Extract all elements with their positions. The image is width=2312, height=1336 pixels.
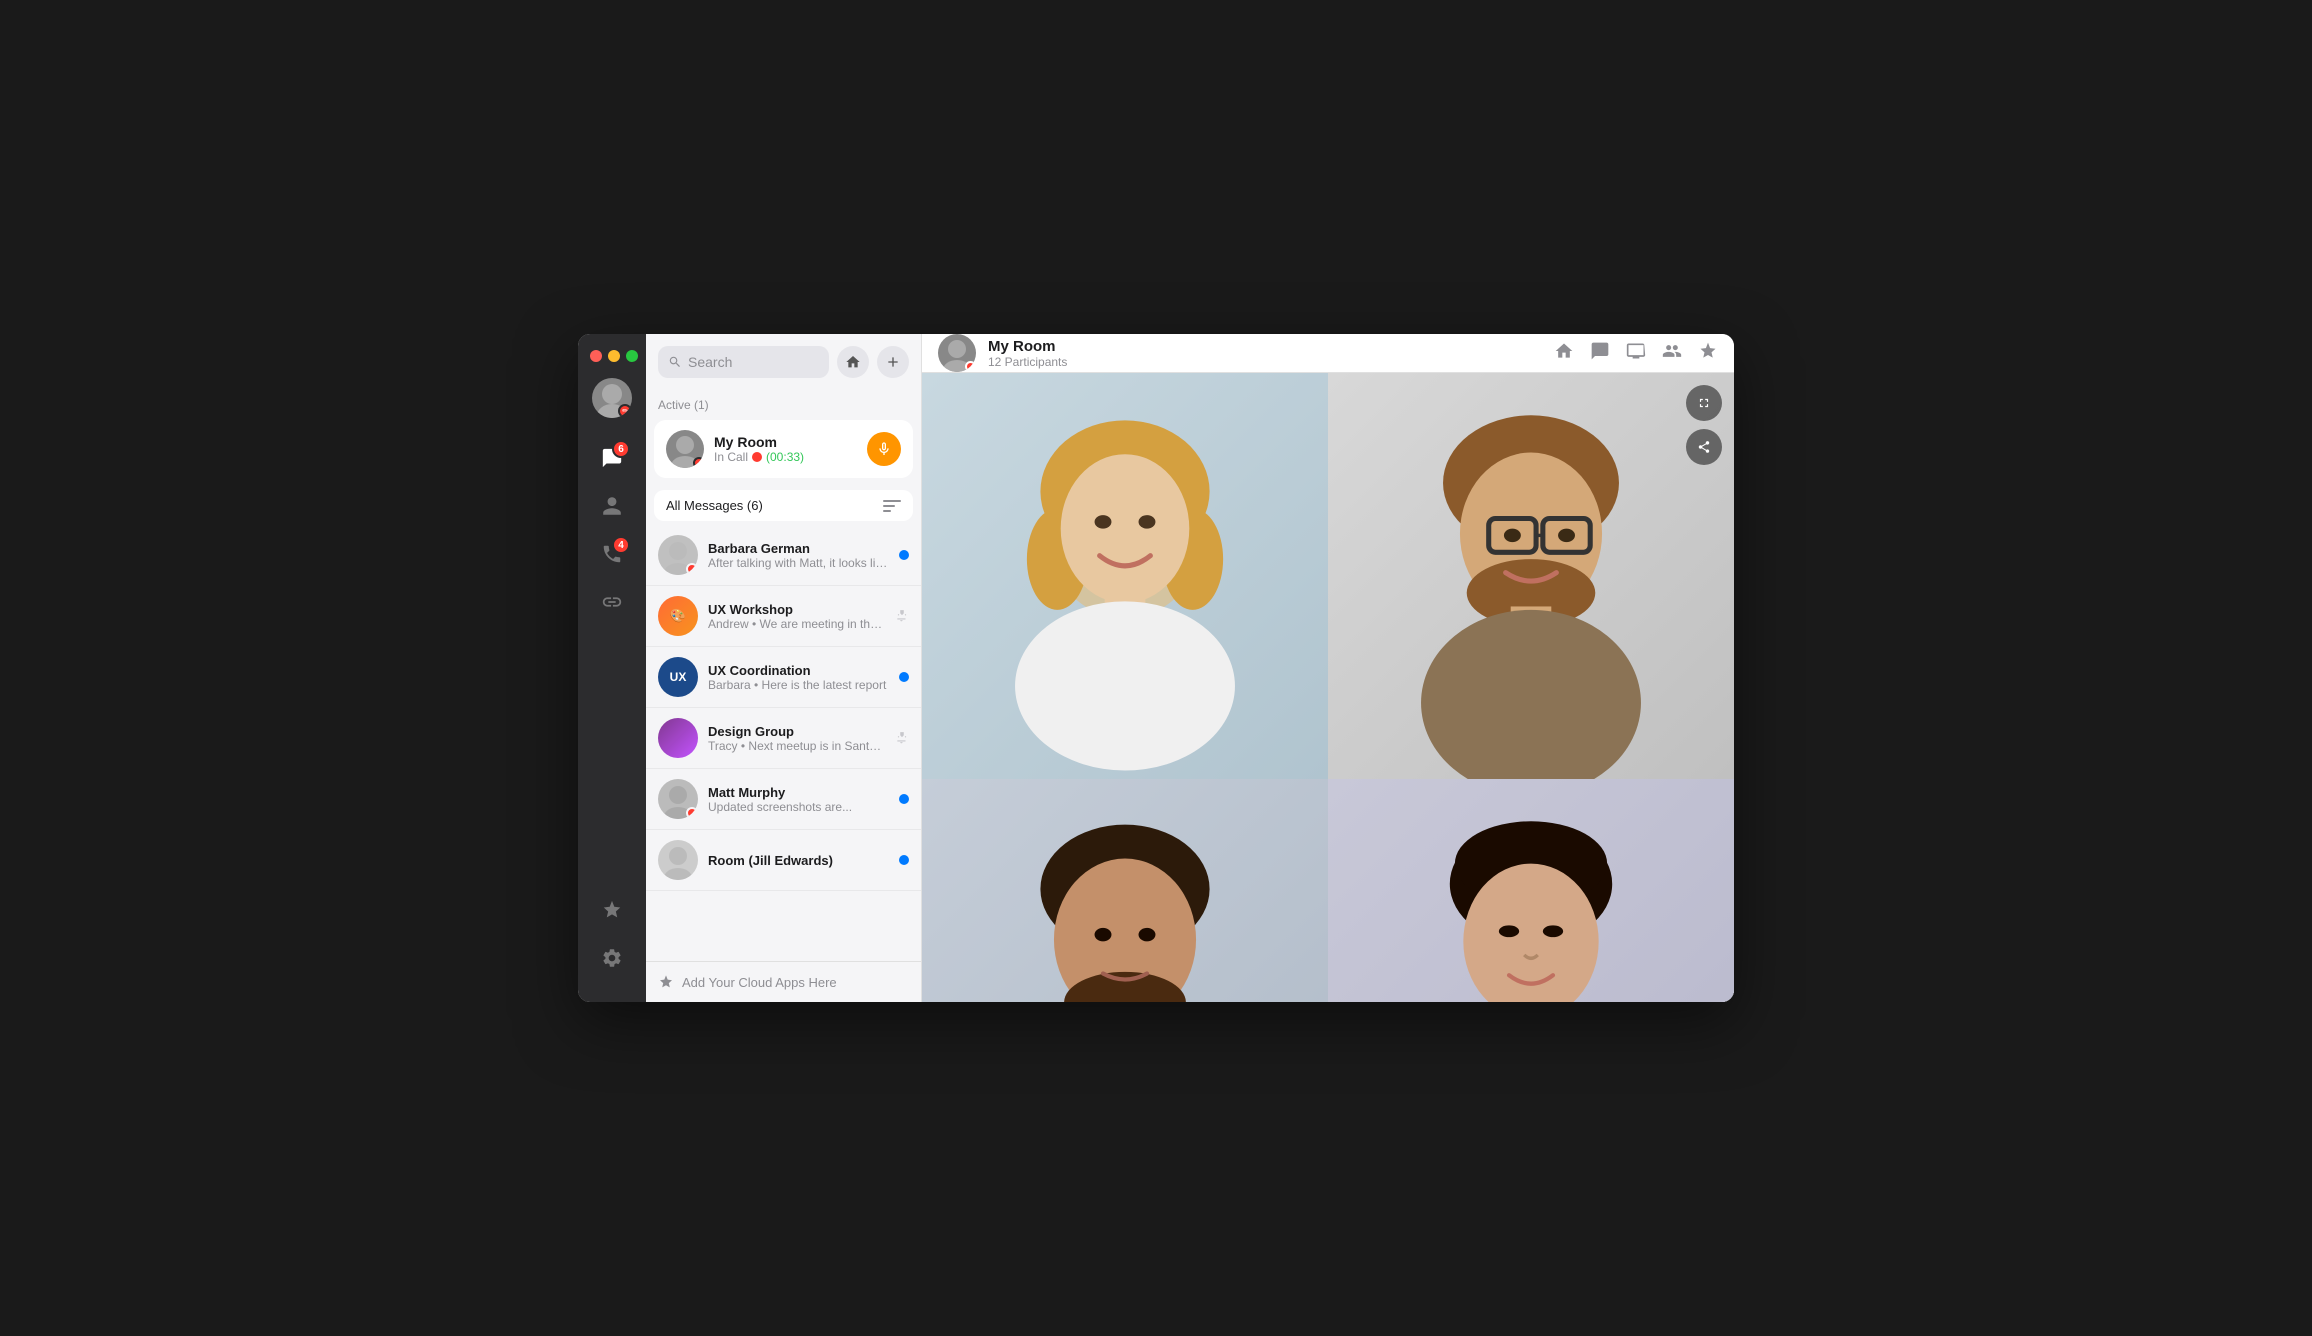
room-status-badge bbox=[965, 361, 976, 372]
messages-filter[interactable]: All Messages (6) bbox=[654, 490, 913, 521]
room-action-screen[interactable] bbox=[1626, 341, 1646, 366]
msg-info: Room (Jill Edwards) bbox=[708, 853, 889, 868]
left-panel: Search Active (1) My Room In Call bbox=[646, 334, 922, 1002]
msg-avatar bbox=[658, 840, 698, 880]
unread-indicator bbox=[899, 550, 909, 560]
list-item[interactable]: 🎨 UX Workshop Andrew • We are meeting in… bbox=[646, 586, 921, 647]
call-avatar bbox=[666, 430, 704, 468]
call-name: My Room bbox=[714, 434, 857, 450]
sidebar-item-calls[interactable]: 4 bbox=[592, 534, 632, 574]
active-call-item[interactable]: My Room In Call (00:33) bbox=[654, 420, 913, 478]
list-item[interactable]: Matt Murphy Updated screenshots are... bbox=[646, 769, 921, 830]
minimize-button[interactable] bbox=[608, 350, 620, 362]
unread-indicator bbox=[899, 855, 909, 865]
sidebar-item-contacts[interactable] bbox=[592, 486, 632, 526]
msg-info: Design Group Tracy • Next meetup is in S… bbox=[708, 724, 885, 753]
room-actions bbox=[1554, 341, 1718, 366]
unread-indicator bbox=[899, 794, 909, 804]
msg-avatar: 🎨 bbox=[658, 596, 698, 636]
video-cell-1 bbox=[922, 373, 1328, 779]
search-box[interactable]: Search bbox=[658, 346, 829, 378]
call-status: In Call (00:33) bbox=[714, 450, 857, 464]
msg-info: Matt Murphy Updated screenshots are... bbox=[708, 785, 889, 814]
video-cell-4 bbox=[1328, 779, 1734, 1002]
chat-badge: 6 bbox=[612, 440, 630, 458]
search-placeholder: Search bbox=[688, 354, 732, 370]
avatar-status-badge bbox=[686, 807, 698, 819]
msg-avatar: UX bbox=[658, 657, 698, 697]
msg-info: UX Workshop Andrew • We are meeting in t… bbox=[708, 602, 885, 631]
sidebar: ✏ 6 4 bbox=[578, 334, 646, 1002]
sidebar-item-integrations[interactable] bbox=[592, 890, 632, 930]
panel-header: Search bbox=[646, 334, 921, 390]
muted-icon-2 bbox=[895, 731, 909, 745]
message-list: Barbara German After talking with Matt, … bbox=[646, 525, 921, 961]
room-info: My Room 12 Participants bbox=[988, 338, 1542, 369]
room-avatar bbox=[938, 334, 976, 372]
unread-indicator bbox=[899, 672, 909, 682]
filter-label: All Messages (6) bbox=[666, 498, 763, 513]
call-avatar-badge bbox=[693, 457, 704, 468]
room-action-participants[interactable] bbox=[1662, 341, 1682, 366]
maximize-button[interactable] bbox=[626, 350, 638, 362]
call-item-info: My Room In Call (00:33) bbox=[714, 434, 857, 464]
room-action-rooms[interactable] bbox=[1554, 341, 1574, 366]
add-apps-label: Add Your Cloud Apps Here bbox=[682, 975, 837, 990]
active-section-label: Active (1) bbox=[646, 390, 921, 416]
close-button[interactable] bbox=[590, 350, 602, 362]
msg-info: UX Coordination Barbara • Here is the la… bbox=[708, 663, 889, 692]
app-window: ✏ 6 4 Search bbox=[578, 334, 1734, 1002]
video-cell-3 bbox=[922, 779, 1328, 1002]
call-mute-button[interactable] bbox=[867, 432, 901, 466]
msg-info: Barbara German After talking with Matt, … bbox=[708, 541, 889, 570]
room-action-chat[interactable] bbox=[1590, 341, 1610, 366]
avatar-status-badge bbox=[686, 563, 698, 575]
muted-icon bbox=[895, 609, 909, 623]
sidebar-item-settings[interactable] bbox=[592, 938, 632, 978]
call-timer: (00:33) bbox=[766, 450, 804, 464]
rooms-icon[interactable] bbox=[837, 346, 869, 378]
window-controls bbox=[578, 350, 638, 362]
msg-avatar bbox=[658, 718, 698, 758]
add-apps-button[interactable]: Add Your Cloud Apps Here bbox=[646, 961, 921, 1002]
list-item[interactable]: UX UX Coordination Barbara • Here is the… bbox=[646, 647, 921, 708]
avatar-edit-badge: ✏ bbox=[618, 404, 632, 418]
calls-badge: 4 bbox=[612, 536, 630, 554]
room-header: My Room 12 Participants bbox=[922, 334, 1734, 373]
sidebar-item-chat[interactable]: 6 bbox=[592, 438, 632, 478]
msg-avatar bbox=[658, 535, 698, 575]
right-panel: My Room 12 Participants bbox=[922, 334, 1734, 1002]
sidebar-item-links[interactable] bbox=[592, 582, 632, 622]
share-button[interactable] bbox=[1686, 429, 1722, 465]
expand-button[interactable] bbox=[1686, 385, 1722, 421]
new-message-button[interactable] bbox=[877, 346, 909, 378]
room-action-star[interactable] bbox=[1698, 341, 1718, 366]
video-grid bbox=[922, 373, 1734, 1002]
list-item[interactable]: Room (Jill Edwards) bbox=[646, 830, 921, 891]
user-avatar[interactable]: ✏ bbox=[592, 378, 632, 418]
list-item[interactable]: Design Group Tracy • Next meetup is in S… bbox=[646, 708, 921, 769]
list-item[interactable]: Barbara German After talking with Matt, … bbox=[646, 525, 921, 586]
msg-avatar bbox=[658, 779, 698, 819]
room-participants: 12 Participants bbox=[988, 355, 1542, 369]
video-cell-2 bbox=[1328, 373, 1734, 779]
room-name: My Room bbox=[988, 338, 1542, 355]
